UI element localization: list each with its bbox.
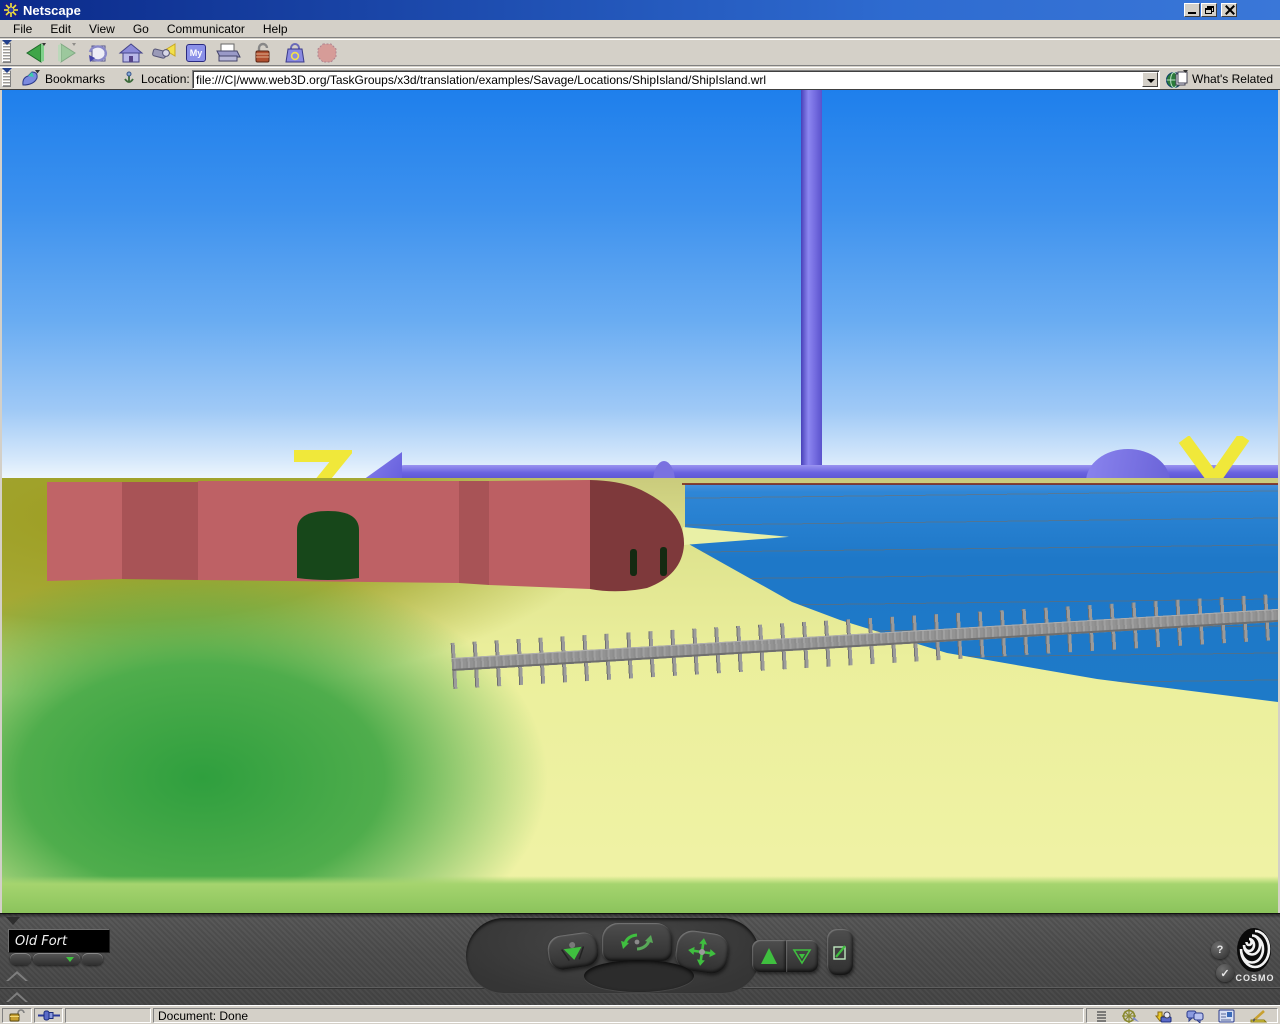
pan-arrows-icon bbox=[686, 936, 718, 968]
address-book-icon[interactable] bbox=[1218, 1009, 1235, 1023]
viewpoint-display: Old Fort bbox=[8, 929, 110, 953]
triangle-down-icon bbox=[791, 946, 813, 966]
whats-related-button[interactable]: What's Related bbox=[1166, 69, 1273, 89]
back-button[interactable] bbox=[20, 41, 50, 65]
shop-button[interactable] bbox=[280, 41, 310, 65]
minimize-button[interactable] bbox=[1184, 3, 1200, 17]
shop-icon bbox=[284, 42, 306, 64]
whats-related-label: What's Related bbox=[1192, 72, 1273, 86]
reload-button[interactable] bbox=[84, 41, 114, 65]
menu-file[interactable]: File bbox=[4, 21, 41, 37]
menu-help[interactable]: Help bbox=[254, 21, 297, 37]
cosmo-logo bbox=[1236, 927, 1272, 973]
home-icon bbox=[118, 42, 144, 64]
open-padlock-icon bbox=[9, 1009, 25, 1022]
bookmarks-label: Bookmarks bbox=[45, 72, 105, 86]
home-button[interactable] bbox=[116, 41, 146, 65]
bookmarks-button[interactable]: Bookmarks bbox=[20, 70, 105, 87]
plug-icon bbox=[38, 1010, 60, 1021]
location-icon bbox=[122, 71, 136, 86]
triangle-up-icon bbox=[758, 946, 780, 966]
dashboard-trackpad[interactable] bbox=[584, 960, 694, 992]
fort-door bbox=[297, 511, 359, 580]
composer-icon[interactable] bbox=[1250, 1009, 1268, 1023]
chevron-up-icon bbox=[6, 992, 28, 1002]
status-bar: Document: Done bbox=[0, 1005, 1280, 1024]
forward-button[interactable] bbox=[52, 41, 82, 65]
search-icon bbox=[151, 42, 177, 64]
my-netscape-icon: My bbox=[186, 44, 206, 62]
menu-view[interactable]: View bbox=[80, 21, 124, 37]
next-viewpoint-button[interactable] bbox=[82, 953, 103, 965]
tilt-down-button[interactable] bbox=[786, 940, 818, 972]
url-input[interactable]: file:///C|/www.web3D.org/TaskGroups/x3d/… bbox=[196, 73, 1126, 87]
component-bar bbox=[1086, 1008, 1278, 1023]
security-button[interactable] bbox=[248, 41, 278, 65]
title-bar: Netscape bbox=[0, 0, 1280, 20]
connection-status[interactable] bbox=[34, 1008, 63, 1023]
discussions-icon[interactable] bbox=[1186, 1009, 1204, 1023]
scene-fort bbox=[42, 475, 692, 600]
pencil-icon bbox=[832, 943, 848, 961]
security-status-button[interactable] bbox=[2, 1008, 32, 1023]
location-toolbar: Bookmarks Location: file:///C|/www.web3D… bbox=[0, 67, 1280, 90]
locbar-grab-handle[interactable] bbox=[2, 70, 11, 87]
mailbox-icon[interactable] bbox=[1154, 1009, 1172, 1023]
menu-communicator[interactable]: Communicator bbox=[158, 21, 254, 37]
tilt-up-button[interactable] bbox=[752, 940, 786, 972]
window-title: Netscape bbox=[23, 3, 81, 18]
stop-icon bbox=[316, 42, 338, 64]
menu-go[interactable]: Go bbox=[124, 21, 158, 37]
toolbar-grab-handle[interactable] bbox=[2, 42, 11, 63]
location-label: Location: bbox=[141, 72, 190, 86]
my-netscape-button[interactable]: My bbox=[181, 41, 211, 65]
url-combobox: file:///C|/www.web3D.org/TaskGroups/x3d/… bbox=[192, 70, 1160, 89]
url-dropdown-button[interactable] bbox=[1142, 72, 1158, 87]
menu-edit[interactable]: Edit bbox=[41, 21, 80, 37]
whats-related-icon bbox=[1166, 70, 1188, 89]
scene-horizon-line bbox=[682, 483, 1278, 485]
menu-bar: File Edit View Go Communicator Help bbox=[0, 20, 1280, 38]
dashboard-collapse-icon[interactable] bbox=[6, 917, 20, 925]
bookmarks-icon bbox=[20, 70, 40, 87]
vrml-viewport[interactable] bbox=[2, 90, 1278, 913]
restore-button[interactable] bbox=[1201, 3, 1217, 17]
viewpoint-list-button[interactable] bbox=[33, 953, 80, 965]
stop-button[interactable] bbox=[312, 41, 342, 65]
progress-bar bbox=[65, 1008, 151, 1023]
location-proxy[interactable]: Location: bbox=[122, 71, 190, 86]
scene-flagpole bbox=[801, 90, 822, 483]
print-button[interactable] bbox=[213, 41, 243, 65]
status-text: Document: Done bbox=[153, 1008, 1084, 1023]
study-rotate-button[interactable] bbox=[602, 923, 672, 961]
close-button[interactable] bbox=[1221, 3, 1237, 17]
help-button[interactable]: ? bbox=[1211, 941, 1229, 959]
preferences-button[interactable] bbox=[827, 929, 853, 975]
navigation-toolbar: My bbox=[0, 39, 1280, 66]
go-icon bbox=[559, 938, 588, 963]
viewpoint-name: Old Fort bbox=[15, 934, 67, 949]
component-bar-handle-icon[interactable] bbox=[1096, 1010, 1107, 1022]
previous-viewpoint-button[interactable] bbox=[10, 953, 31, 965]
cosmo-dashboard: Old Fort bbox=[0, 913, 1280, 1005]
cosmo-brand-label: COSMO bbox=[1231, 973, 1279, 983]
reload-icon bbox=[87, 42, 111, 64]
forward-icon bbox=[55, 42, 79, 64]
back-icon bbox=[23, 42, 47, 64]
scene-yellow-v bbox=[1178, 436, 1250, 484]
rotate-arrows-icon bbox=[617, 929, 657, 955]
search-button[interactable] bbox=[149, 41, 179, 65]
netscape-window: Netscape File Edit View Go Communicator … bbox=[0, 0, 1280, 1024]
print-icon bbox=[215, 42, 241, 64]
security-lock-icon bbox=[252, 42, 274, 64]
chevron-up-icon bbox=[6, 971, 28, 981]
navigator-icon[interactable] bbox=[1121, 1009, 1139, 1023]
netscape-logo-icon bbox=[3, 2, 19, 18]
